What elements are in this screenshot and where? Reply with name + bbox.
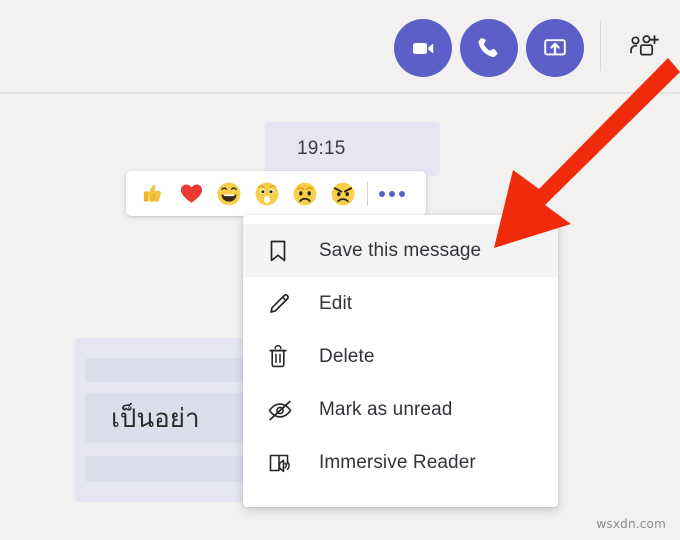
screenshot-stage: 19:15 เป็นอย่า Save this message Edit De… xyxy=(0,0,680,540)
video-call-button[interactable] xyxy=(394,19,452,77)
menu-item-label: Delete xyxy=(319,345,375,367)
header-divider-vertical xyxy=(600,21,601,71)
reaction-laugh-button[interactable] xyxy=(210,175,248,213)
reaction-bar xyxy=(126,171,426,216)
reaction-bar-divider xyxy=(367,181,368,206)
share-screen-button[interactable] xyxy=(526,19,584,77)
reaction-like-button[interactable] xyxy=(134,175,172,213)
message-context-menu: Save this message Edit Delete Mark as un… xyxy=(243,215,558,507)
immersive-reader-icon xyxy=(267,451,297,475)
bookmark-icon xyxy=(267,239,297,263)
share-screen-icon xyxy=(544,39,566,56)
menu-item-label: Immersive Reader xyxy=(319,451,476,473)
chat-header xyxy=(0,0,680,93)
menu-item-immersive-reader[interactable]: Immersive Reader xyxy=(243,436,558,489)
surprised-icon xyxy=(255,182,279,205)
more-dot-icon xyxy=(399,190,405,197)
menu-item-edit[interactable]: Edit xyxy=(243,277,558,330)
angry-icon xyxy=(331,182,355,205)
reaction-surprised-button[interactable] xyxy=(248,175,286,213)
trash-icon xyxy=(267,344,297,369)
reaction-angry-button[interactable] xyxy=(324,175,362,213)
menu-item-label: Mark as unread xyxy=(319,398,453,420)
add-people-icon xyxy=(630,35,659,56)
video-camera-icon xyxy=(413,43,434,54)
message-timestamp: 19:15 xyxy=(297,138,346,159)
menu-item-label: Edit xyxy=(319,292,353,314)
add-people-button[interactable] xyxy=(621,24,667,68)
laugh-icon xyxy=(217,182,241,205)
more-dot-icon xyxy=(379,190,385,197)
thumbs-up-icon xyxy=(143,184,161,202)
menu-item-save-this-message[interactable]: Save this message xyxy=(243,224,558,277)
watermark: wsxdn.com xyxy=(596,517,666,531)
phone-icon xyxy=(478,38,498,57)
menu-item-mark-as-unread[interactable]: Mark as unread xyxy=(243,383,558,436)
more-options-button[interactable] xyxy=(375,177,409,211)
more-dot-icon xyxy=(389,190,395,197)
menu-item-delete[interactable]: Delete xyxy=(243,330,558,383)
pencil-icon xyxy=(267,292,297,316)
heart-icon xyxy=(180,184,202,203)
menu-item-label: Save this message xyxy=(319,239,482,261)
sad-icon xyxy=(293,182,317,205)
message-text: เป็นอย่า xyxy=(111,403,200,433)
audio-call-button[interactable] xyxy=(460,19,518,77)
reaction-heart-button[interactable] xyxy=(172,175,210,213)
message-bubble-top: 19:15 xyxy=(265,122,440,176)
reaction-sad-button[interactable] xyxy=(286,175,324,213)
eye-slash-icon xyxy=(267,398,297,422)
